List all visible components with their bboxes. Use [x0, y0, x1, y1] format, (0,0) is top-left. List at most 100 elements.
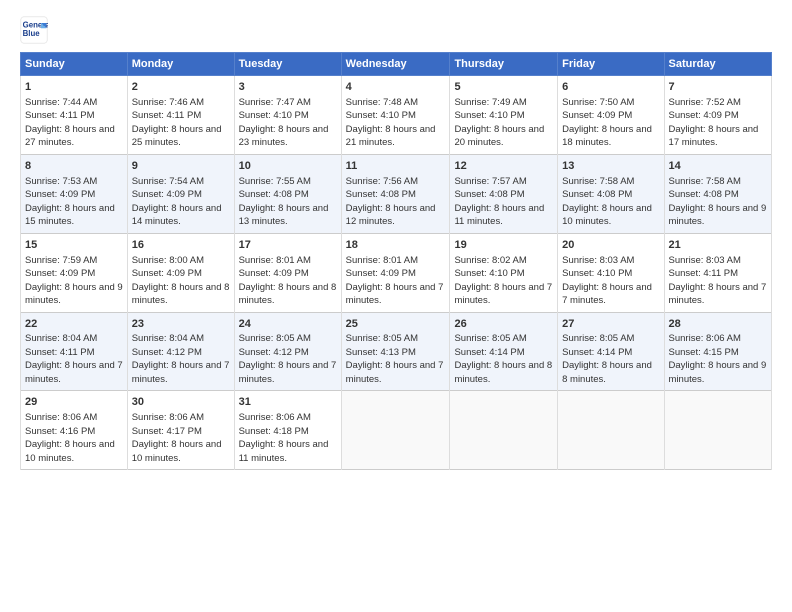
calendar-cell: 14 Sunrise: 7:58 AMSunset: 4:08 PMDayligh…: [664, 154, 771, 233]
day-number: 30: [132, 395, 230, 410]
calendar-cell: 16 Sunrise: 8:00 AMSunset: 4:09 PMDayligh…: [127, 233, 234, 312]
calendar-cell: 15 Sunrise: 7:59 AMSunset: 4:09 PMDayligh…: [21, 233, 128, 312]
calendar-cell: 28Sunrise: 8:06 AMSunset: 4:15 PMDayligh…: [664, 312, 771, 391]
calendar-cell: 27Sunrise: 8:05 AMSunset: 4:14 PMDayligh…: [558, 312, 664, 391]
day-number: 18: [346, 238, 446, 253]
day-number: 19: [454, 238, 553, 253]
calendar-header-row: Sunday Monday Tuesday Wednesday Thursday…: [21, 53, 772, 76]
day-number: 25: [346, 317, 446, 332]
day-number: 31: [239, 395, 337, 410]
day-info: Sunrise: 8:03 AMSunset: 4:10 PMDaylight:…: [562, 255, 652, 307]
day-number: 13: [562, 159, 659, 174]
day-number: 8: [25, 159, 123, 174]
day-info: Sunrise: 8:05 AMSunset: 4:14 PMDaylight:…: [562, 333, 652, 385]
day-number: 24: [239, 317, 337, 332]
col-friday: Friday: [558, 53, 664, 76]
day-info: Sunrise: 8:05 AMSunset: 4:14 PMDaylight:…: [454, 333, 552, 385]
logo-icon: General Blue: [20, 16, 48, 44]
day-number: 5: [454, 80, 553, 95]
day-number: 15: [25, 238, 123, 253]
page-header: General Blue: [20, 16, 772, 44]
col-tuesday: Tuesday: [234, 53, 341, 76]
calendar-cell: 7 Sunrise: 7:52 AMSunset: 4:09 PMDaylight…: [664, 76, 771, 155]
calendar-cell: 11 Sunrise: 7:56 AMSunset: 4:08 PMDayligh…: [341, 154, 450, 233]
calendar-cell: 17 Sunrise: 8:01 AMSunset: 4:09 PMDayligh…: [234, 233, 341, 312]
calendar-week-row: 8 Sunrise: 7:53 AMSunset: 4:09 PMDaylight…: [21, 154, 772, 233]
calendar-cell: 31 Sunrise: 8:06 AMSunset: 4:18 PMDayligh…: [234, 391, 341, 470]
day-number: 1: [25, 80, 123, 95]
day-info: Sunrise: 8:02 AMSunset: 4:10 PMDaylight:…: [454, 255, 552, 307]
day-info: Sunrise: 8:04 AMSunset: 4:12 PMDaylight:…: [132, 333, 230, 385]
calendar-cell: 25Sunrise: 8:05 AMSunset: 4:13 PMDayligh…: [341, 312, 450, 391]
calendar-cell: [341, 391, 450, 470]
day-info: Sunrise: 8:00 AMSunset: 4:09 PMDaylight:…: [132, 255, 230, 307]
calendar-week-row: 15 Sunrise: 7:59 AMSunset: 4:09 PMDayligh…: [21, 233, 772, 312]
calendar-cell: 21 Sunrise: 8:03 AMSunset: 4:11 PMDayligh…: [664, 233, 771, 312]
calendar-cell: 24Sunrise: 8:05 AMSunset: 4:12 PMDayligh…: [234, 312, 341, 391]
calendar-cell: [450, 391, 558, 470]
day-info: Sunrise: 7:58 AMSunset: 4:08 PMDaylight:…: [669, 176, 767, 228]
day-info: Sunrise: 7:48 AMSunset: 4:10 PMDaylight:…: [346, 97, 436, 149]
day-number: 11: [346, 159, 446, 174]
day-number: 20: [562, 238, 659, 253]
day-info: Sunrise: 7:55 AMSunset: 4:08 PMDaylight:…: [239, 176, 329, 228]
calendar-cell: 1 Sunrise: 7:44 AMSunset: 4:11 PMDaylight…: [21, 76, 128, 155]
day-info: Sunrise: 8:06 AMSunset: 4:18 PMDaylight:…: [239, 412, 329, 464]
day-info: Sunrise: 7:52 AMSunset: 4:09 PMDaylight:…: [669, 97, 759, 149]
calendar-cell: 12Sunrise: 7:57 AMSunset: 4:08 PMDayligh…: [450, 154, 558, 233]
calendar-cell: 3 Sunrise: 7:47 AMSunset: 4:10 PMDaylight…: [234, 76, 341, 155]
day-number: 28: [669, 317, 767, 332]
day-info: Sunrise: 7:58 AMSunset: 4:08 PMDaylight:…: [562, 176, 652, 228]
day-number: 26: [454, 317, 553, 332]
day-info: Sunrise: 8:01 AMSunset: 4:09 PMDaylight:…: [239, 255, 337, 307]
day-number: 21: [669, 238, 767, 253]
day-number: 22: [25, 317, 123, 332]
day-number: 27: [562, 317, 659, 332]
day-info: Sunrise: 8:05 AMSunset: 4:12 PMDaylight:…: [239, 333, 337, 385]
day-info: Sunrise: 7:56 AMSunset: 4:08 PMDaylight:…: [346, 176, 436, 228]
day-info: Sunrise: 8:06 AMSunset: 4:15 PMDaylight:…: [669, 333, 767, 385]
day-number: 9: [132, 159, 230, 174]
day-number: 14: [669, 159, 767, 174]
day-number: 23: [132, 317, 230, 332]
calendar-week-row: 29 Sunrise: 8:06 AMSunset: 4:16 PMDayligh…: [21, 391, 772, 470]
calendar-cell: 10Sunrise: 7:55 AMSunset: 4:08 PMDayligh…: [234, 154, 341, 233]
col-saturday: Saturday: [664, 53, 771, 76]
calendar-table: Sunday Monday Tuesday Wednesday Thursday…: [20, 52, 772, 470]
day-info: Sunrise: 8:06 AMSunset: 4:16 PMDaylight:…: [25, 412, 115, 464]
day-number: 3: [239, 80, 337, 95]
day-info: Sunrise: 7:53 AMSunset: 4:09 PMDaylight:…: [25, 176, 115, 228]
calendar-page: General Blue Sunday Monday Tuesday Wedne…: [0, 0, 792, 612]
day-info: Sunrise: 7:54 AMSunset: 4:09 PMDaylight:…: [132, 176, 222, 228]
col-thursday: Thursday: [450, 53, 558, 76]
day-number: 6: [562, 80, 659, 95]
calendar-cell: 8 Sunrise: 7:53 AMSunset: 4:09 PMDaylight…: [21, 154, 128, 233]
day-info: Sunrise: 7:47 AMSunset: 4:10 PMDaylight:…: [239, 97, 329, 149]
day-info: Sunrise: 8:04 AMSunset: 4:11 PMDaylight:…: [25, 333, 123, 385]
day-number: 4: [346, 80, 446, 95]
day-number: 2: [132, 80, 230, 95]
col-monday: Monday: [127, 53, 234, 76]
calendar-cell: 26Sunrise: 8:05 AMSunset: 4:14 PMDayligh…: [450, 312, 558, 391]
day-info: Sunrise: 7:59 AMSunset: 4:09 PMDaylight:…: [25, 255, 123, 307]
calendar-cell: [664, 391, 771, 470]
day-number: 7: [669, 80, 767, 95]
day-number: 16: [132, 238, 230, 253]
calendar-week-row: 1 Sunrise: 7:44 AMSunset: 4:11 PMDaylight…: [21, 76, 772, 155]
day-info: Sunrise: 7:46 AMSunset: 4:11 PMDaylight:…: [132, 97, 222, 149]
day-info: Sunrise: 7:57 AMSunset: 4:08 PMDaylight:…: [454, 176, 544, 228]
logo: General Blue: [20, 16, 52, 44]
day-info: Sunrise: 8:03 AMSunset: 4:11 PMDaylight:…: [669, 255, 767, 307]
calendar-cell: 6Sunrise: 7:50 AMSunset: 4:09 PMDaylight…: [558, 76, 664, 155]
calendar-cell: 9 Sunrise: 7:54 AMSunset: 4:09 PMDaylight…: [127, 154, 234, 233]
day-number: 17: [239, 238, 337, 253]
calendar-cell: [558, 391, 664, 470]
day-info: Sunrise: 7:44 AMSunset: 4:11 PMDaylight:…: [25, 97, 115, 149]
calendar-cell: 5 Sunrise: 7:49 AMSunset: 4:10 PMDaylight…: [450, 76, 558, 155]
day-info: Sunrise: 8:06 AMSunset: 4:17 PMDaylight:…: [132, 412, 222, 464]
calendar-cell: 23Sunrise: 8:04 AMSunset: 4:12 PMDayligh…: [127, 312, 234, 391]
calendar-cell: 22Sunrise: 8:04 AMSunset: 4:11 PMDayligh…: [21, 312, 128, 391]
calendar-cell: 18Sunrise: 8:01 AMSunset: 4:09 PMDayligh…: [341, 233, 450, 312]
day-number: 29: [25, 395, 123, 410]
day-info: Sunrise: 7:49 AMSunset: 4:10 PMDaylight:…: [454, 97, 544, 149]
